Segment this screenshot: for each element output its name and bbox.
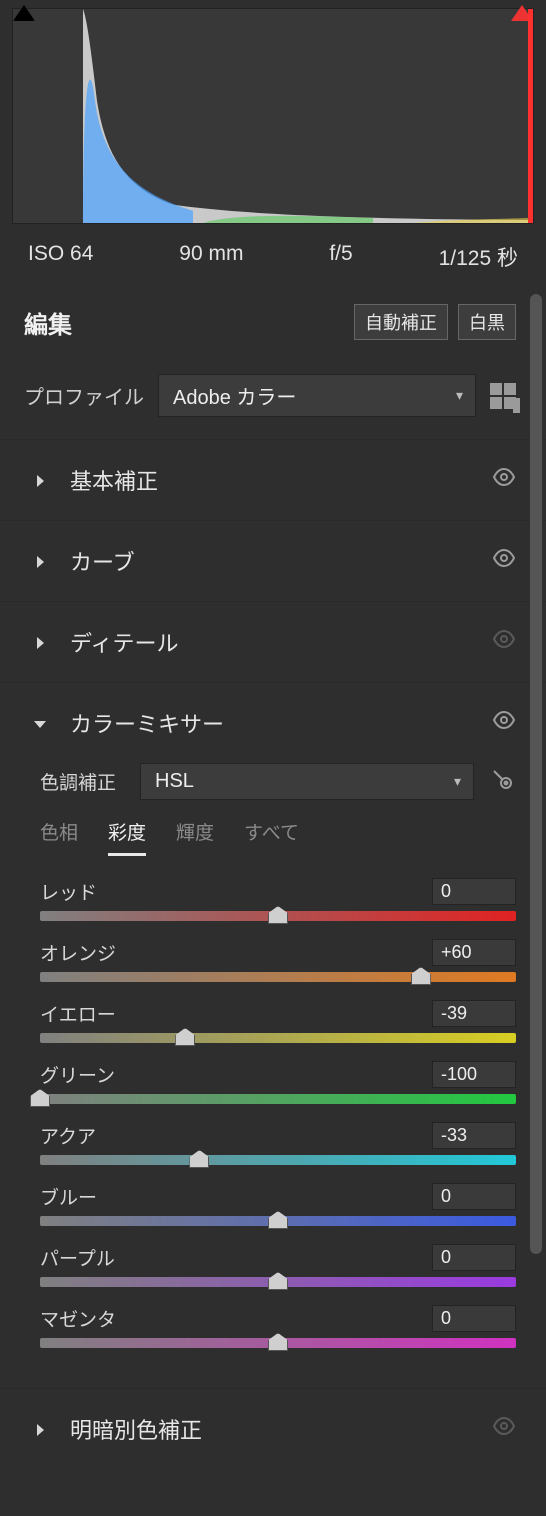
profile-value: Adobe カラー bbox=[173, 381, 296, 410]
chevron-right-icon bbox=[32, 634, 48, 650]
slider-thumb-orange[interactable] bbox=[411, 967, 431, 985]
histogram-area bbox=[0, 0, 546, 230]
adjust-label: 色調補正 bbox=[40, 768, 126, 795]
slider-thumb-purple[interactable] bbox=[268, 1272, 288, 1290]
slider-track-purple[interactable] bbox=[40, 1277, 516, 1287]
slider-track-green[interactable] bbox=[40, 1094, 516, 1104]
panel-detail[interactable]: ディテール bbox=[0, 601, 546, 682]
slider-thumb-yellow[interactable] bbox=[175, 1028, 195, 1046]
slider-label-orange: オレンジ bbox=[40, 939, 116, 966]
slider-label-green: グリーン bbox=[40, 1061, 115, 1088]
bw-button[interactable]: 白黒 bbox=[458, 304, 516, 340]
panel-split-toning[interactable]: 明暗別色補正 bbox=[0, 1388, 546, 1469]
slider-thumb-aqua[interactable] bbox=[189, 1150, 209, 1168]
slider-label-yellow: イエロー bbox=[40, 1000, 116, 1027]
panel-basic[interactable]: 基本補正 bbox=[0, 439, 546, 520]
mixer-tabs: 色相 彩度 輝度 すべて bbox=[40, 818, 516, 856]
chevron-right-icon bbox=[32, 472, 48, 488]
edit-header: 編集 自動補正 白黒 bbox=[0, 290, 546, 354]
chevron-down-icon: ▾ bbox=[456, 387, 463, 404]
slider-green: グリーン bbox=[40, 1061, 516, 1104]
exif-focal: 90 mm bbox=[179, 242, 243, 272]
slider-value-blue[interactable] bbox=[432, 1183, 516, 1210]
eye-icon[interactable] bbox=[492, 1414, 516, 1444]
profile-browser-icon[interactable]: ⌕ bbox=[490, 383, 516, 409]
slider-value-purple[interactable] bbox=[432, 1244, 516, 1271]
panel-detail-title: ディテール bbox=[70, 626, 492, 658]
slider-value-orange[interactable] bbox=[432, 939, 516, 966]
panel-curve-title: カーブ bbox=[70, 545, 492, 577]
slider-value-aqua[interactable] bbox=[432, 1122, 516, 1149]
slider-track-yellow[interactable] bbox=[40, 1033, 516, 1043]
slider-track-red[interactable] bbox=[40, 911, 516, 921]
slider-label-blue: ブルー bbox=[40, 1183, 97, 1210]
exif-iso: ISO 64 bbox=[28, 242, 93, 272]
targeted-adjust-icon[interactable] bbox=[488, 767, 516, 797]
slider-thumb-magenta[interactable] bbox=[268, 1333, 288, 1351]
slider-orange: オレンジ bbox=[40, 939, 516, 982]
slider-aqua: アクア bbox=[40, 1122, 516, 1165]
slider-track-aqua[interactable] bbox=[40, 1155, 516, 1165]
slider-red: レッド bbox=[40, 878, 516, 921]
panel-mixer[interactable]: カラーミキサー bbox=[0, 682, 546, 763]
scrollbar-thumb[interactable] bbox=[530, 294, 542, 1254]
chevron-down-icon: ▾ bbox=[454, 773, 461, 790]
slider-value-red[interactable] bbox=[432, 878, 516, 905]
exif-aperture: f/5 bbox=[329, 242, 352, 272]
panel-split-title: 明暗別色補正 bbox=[70, 1413, 492, 1445]
tab-saturation[interactable]: 彩度 bbox=[108, 818, 146, 856]
exif-shutter: 1/125 秒 bbox=[439, 242, 518, 272]
color-mixer-body: 色調補正 HSL ▾ 色相 彩度 輝度 すべて レッドオレンジイエローグリーンア… bbox=[0, 763, 546, 1388]
slider-yellow: イエロー bbox=[40, 1000, 516, 1043]
hsl-mode-select[interactable]: HSL ▾ bbox=[140, 763, 474, 800]
slider-blue: ブルー bbox=[40, 1183, 516, 1226]
hsl-mode-value: HSL bbox=[155, 770, 194, 793]
panel-basic-title: 基本補正 bbox=[70, 464, 492, 496]
scrollbar-track[interactable] bbox=[530, 294, 542, 1506]
slider-magenta: マゼンタ bbox=[40, 1305, 516, 1348]
panel-curve[interactable]: カーブ bbox=[0, 520, 546, 601]
chevron-right-icon bbox=[32, 1421, 48, 1437]
slider-thumb-blue[interactable] bbox=[268, 1211, 288, 1229]
exif-bar: ISO 64 90 mm f/5 1/125 秒 bbox=[0, 230, 546, 290]
profile-label: プロファイル bbox=[24, 381, 144, 410]
slider-track-blue[interactable] bbox=[40, 1216, 516, 1226]
slider-value-magenta[interactable] bbox=[432, 1305, 516, 1332]
slider-purple: パープル bbox=[40, 1244, 516, 1287]
tab-luminance[interactable]: 輝度 bbox=[176, 818, 214, 856]
profile-select[interactable]: Adobe カラー ▾ bbox=[158, 374, 476, 417]
edit-title: 編集 bbox=[24, 305, 344, 340]
eye-icon[interactable] bbox=[492, 465, 516, 495]
slider-track-magenta[interactable] bbox=[40, 1338, 516, 1348]
histogram-svg bbox=[13, 9, 533, 223]
chevron-right-icon bbox=[32, 553, 48, 569]
slider-label-aqua: アクア bbox=[40, 1122, 96, 1149]
panel-mixer-title: カラーミキサー bbox=[70, 707, 492, 739]
eye-icon[interactable] bbox=[492, 708, 516, 738]
slider-thumb-red[interactable] bbox=[268, 906, 288, 924]
slider-label-red: レッド bbox=[40, 878, 97, 905]
profile-row: プロファイル Adobe カラー ▾ ⌕ bbox=[0, 354, 546, 439]
slider-label-magenta: マゼンタ bbox=[40, 1305, 116, 1332]
chevron-down-icon bbox=[32, 715, 48, 731]
slider-label-purple: パープル bbox=[40, 1244, 115, 1271]
eye-icon[interactable] bbox=[492, 546, 516, 576]
histogram-canvas[interactable] bbox=[12, 8, 534, 224]
tab-hue[interactable]: 色相 bbox=[40, 818, 78, 856]
eye-icon[interactable] bbox=[492, 627, 516, 657]
tab-all[interactable]: すべて bbox=[244, 818, 299, 856]
auto-button[interactable]: 自動補正 bbox=[354, 304, 448, 340]
slider-value-yellow[interactable] bbox=[432, 1000, 516, 1027]
slider-track-orange[interactable] bbox=[40, 972, 516, 982]
slider-value-green[interactable] bbox=[432, 1061, 516, 1088]
slider-thumb-green[interactable] bbox=[30, 1089, 50, 1107]
